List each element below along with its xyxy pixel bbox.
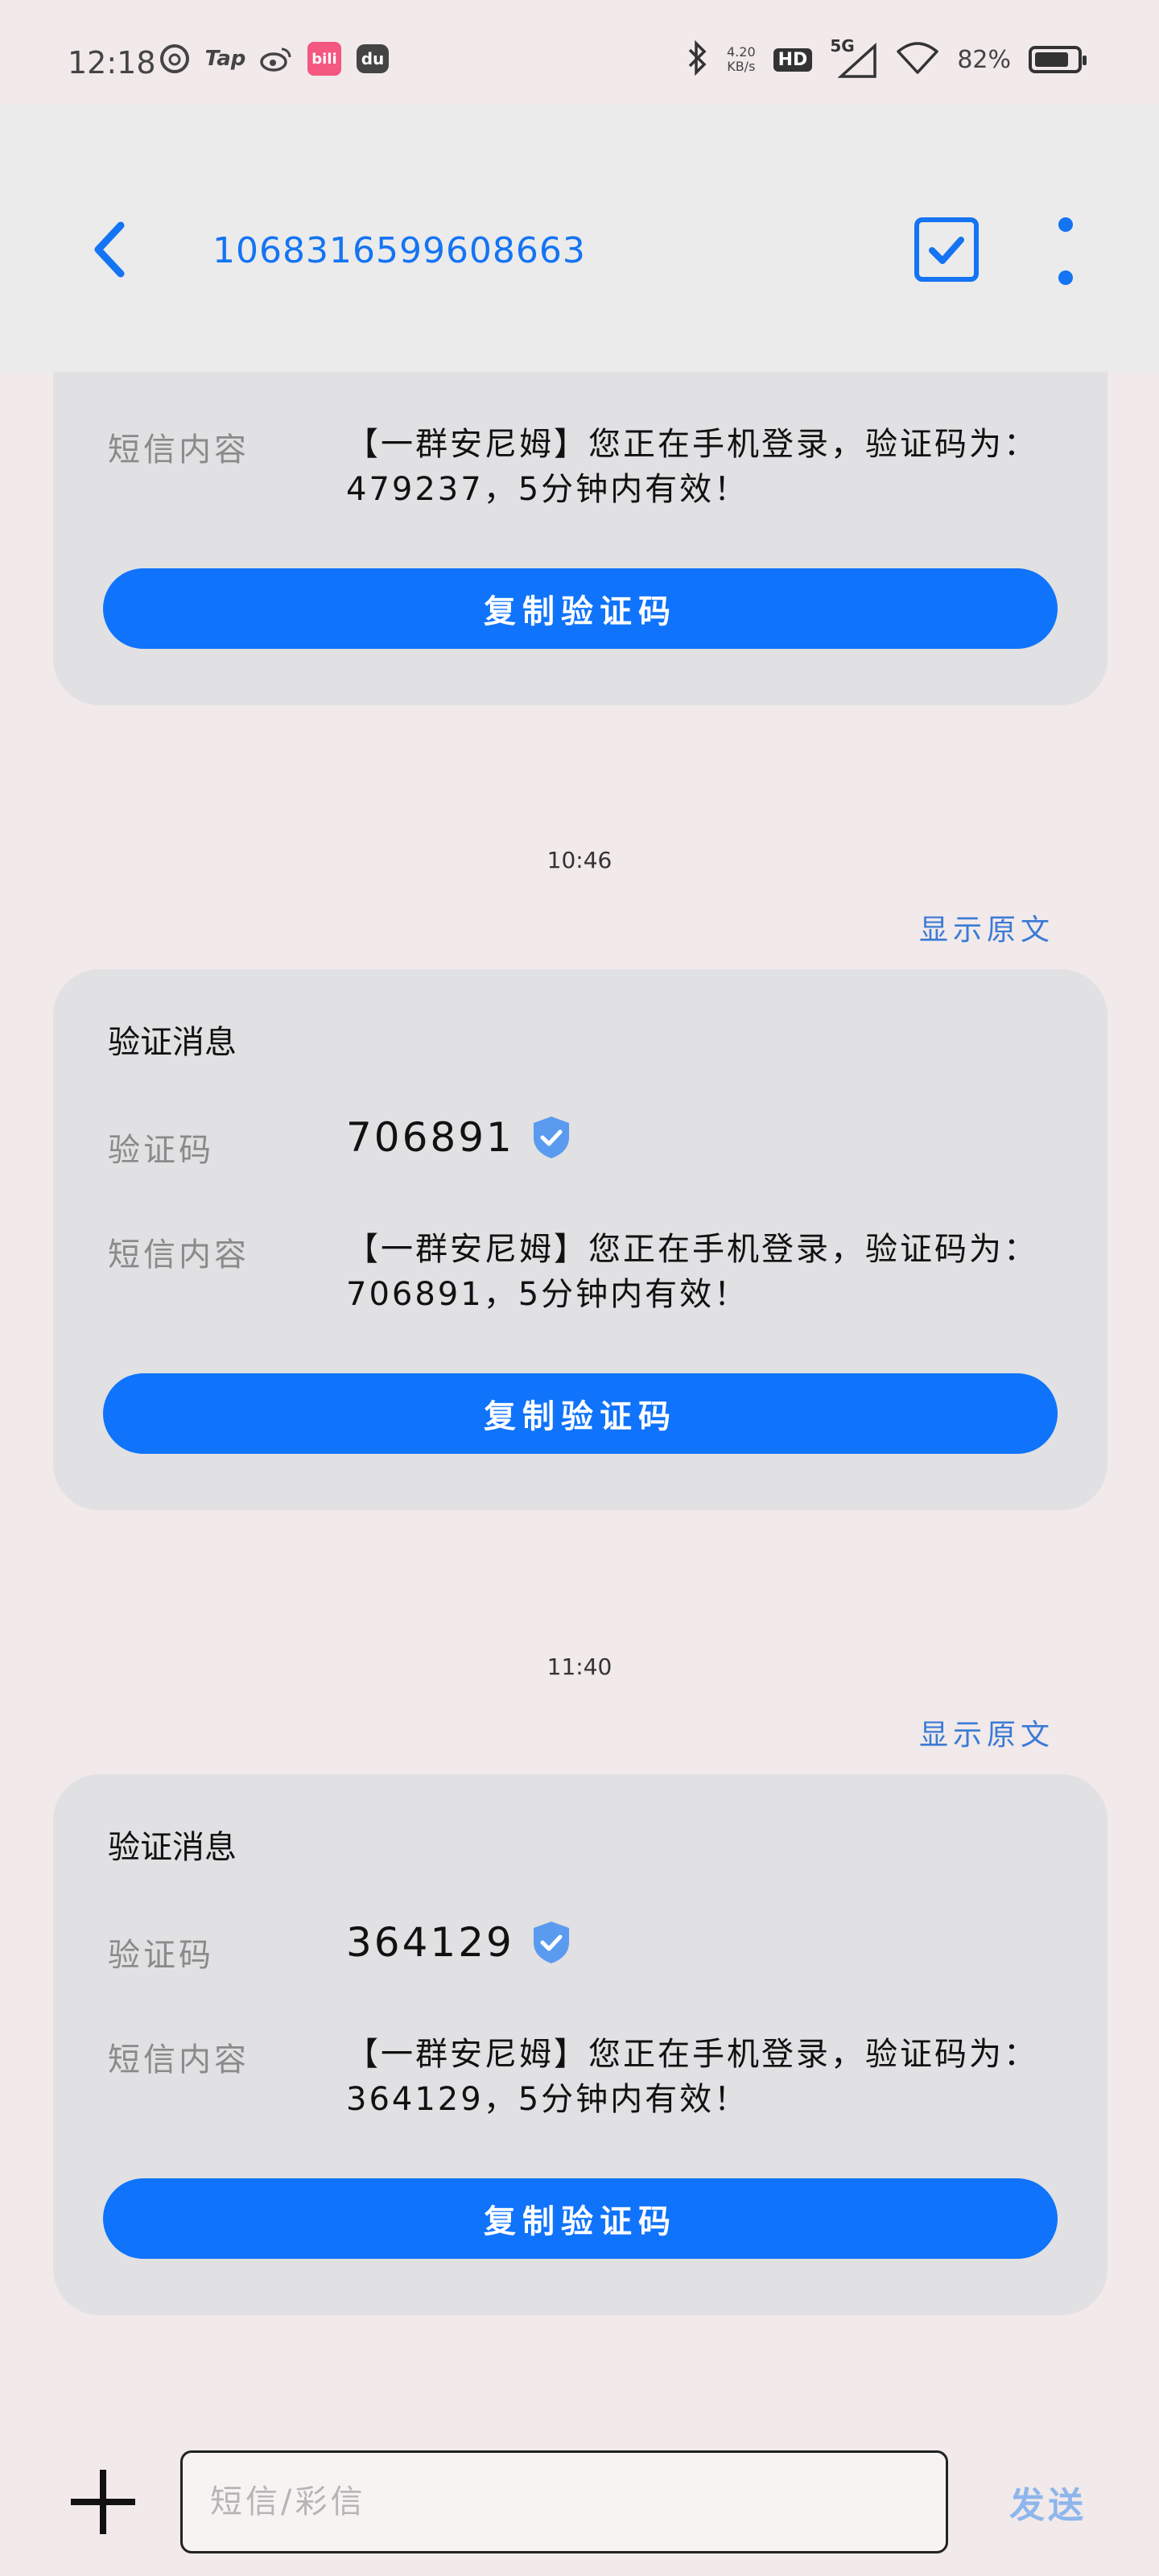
add-attachment-button[interactable] xyxy=(71,2470,135,2534)
battery-percent: 82% xyxy=(957,45,1011,74)
message-input[interactable] xyxy=(180,2450,948,2553)
more-options-button[interactable] xyxy=(1050,217,1082,285)
dewu-label: du xyxy=(357,44,389,73)
code-value: 364129 xyxy=(346,1919,514,1966)
show-original-link[interactable]: 显示原文 xyxy=(919,1711,1054,1753)
netease-music-icon xyxy=(158,42,192,76)
verification-code[interactable]: 364129 xyxy=(346,1919,572,1966)
send-button[interactable]: 发送 xyxy=(1009,2476,1087,2528)
back-button[interactable] xyxy=(87,217,135,282)
verified-shield-icon xyxy=(533,1922,569,1963)
message-timestamp: 10:46 xyxy=(547,847,612,873)
content-label: 短信内容 xyxy=(108,431,250,469)
message-timestamp: 11:40 xyxy=(547,1653,612,1680)
battery-icon xyxy=(1029,46,1087,73)
code-label: 验证码 xyxy=(108,1132,214,1169)
card-title: 验证消息 xyxy=(108,1829,237,1866)
checkbox-icon xyxy=(929,237,964,264)
notification-icons: Tap bili du xyxy=(158,42,390,76)
verification-code[interactable]: 706891 xyxy=(346,1114,572,1161)
content-label: 短信内容 xyxy=(108,1236,250,1274)
message-card: 验证消息 验证码 706891 短信内容 【一群安尼姆】您正在手机登录，验证码为… xyxy=(53,969,1107,1510)
bluetooth-icon xyxy=(687,39,709,79)
copy-code-button[interactable]: 复制验证码 xyxy=(103,568,1058,649)
net-speed: 4.20 KB/s xyxy=(727,45,756,74)
bilibili-icon: bili xyxy=(307,42,341,76)
net-speed-value: 4.20 xyxy=(727,44,756,60)
contact-number[interactable]: 1068316599608663 xyxy=(212,230,586,271)
copy-code-button[interactable]: 复制验证码 xyxy=(103,1373,1058,1454)
net-speed-unit: KB/s xyxy=(727,59,756,74)
copy-code-button[interactable]: 复制验证码 xyxy=(103,2178,1058,2259)
hd-icon: HD xyxy=(773,47,813,72)
card-title: 验证消息 xyxy=(108,1024,237,1061)
code-value: 706891 xyxy=(346,1114,514,1161)
system-status: 4.20 KB/s HD 5G 82% xyxy=(687,36,1087,79)
cellular-signal-icon: 5G xyxy=(830,36,878,78)
verified-shield-icon xyxy=(533,1117,569,1158)
content-label: 短信内容 xyxy=(108,2041,250,2079)
message-content: 【一群安尼姆】您正在手机登录，验证码为：364129，5分钟内有效！ xyxy=(346,2036,1038,2118)
taptap-icon: Tap xyxy=(204,47,246,71)
weibo-icon xyxy=(259,42,293,76)
dewu-icon: du xyxy=(356,42,390,76)
code-label: 验证码 xyxy=(108,1937,214,1974)
message-card: 验证消息 验证码 364129 短信内容 【一群安尼姆】您正在手机登录，验证码为… xyxy=(53,1774,1107,2315)
conversation-header: 1068316599608663 xyxy=(0,105,1159,372)
select-button[interactable] xyxy=(914,217,979,282)
message-content: 【一群安尼姆】您正在手机登录，验证码为：706891，5分钟内有效！ xyxy=(346,1231,1038,1313)
back-arrow-icon xyxy=(94,221,125,278)
more-dot-icon xyxy=(1058,217,1073,232)
more-dot-icon xyxy=(1058,270,1073,285)
message-content: 【一群安尼姆】您正在手机登录，验证码为：479237，5分钟内有效！ xyxy=(346,426,1038,508)
show-original-link[interactable]: 显示原文 xyxy=(919,906,1054,948)
wifi-icon xyxy=(896,42,939,77)
status-time: 12:18 xyxy=(68,45,156,80)
status-bar: 12:18 Tap bili du 4.20 KB/s HD 5G 82% xyxy=(0,0,1159,105)
